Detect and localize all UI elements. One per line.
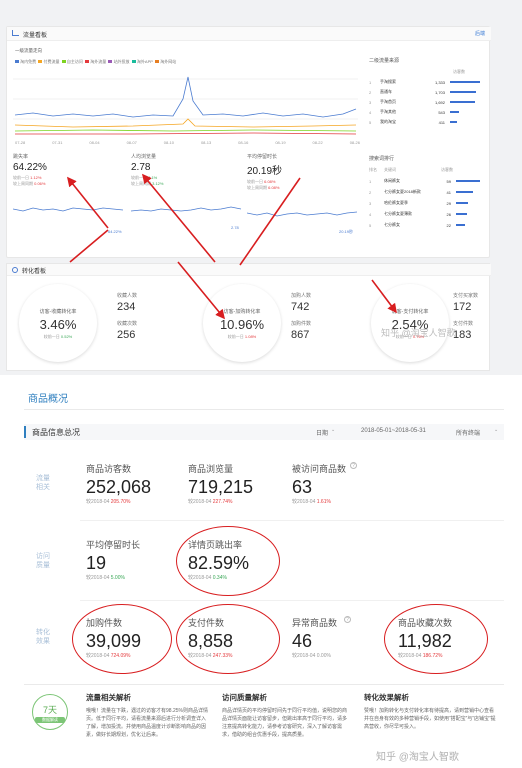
badge-text: 数据解读	[35, 717, 65, 723]
metric-label: 平均停留时长	[86, 540, 141, 550]
product-overview-shot: 商品概况 商品信息总况 日期 ⌄ 2018-05-01~2018-05-31 所…	[0, 378, 522, 768]
highlight-oval	[176, 526, 280, 596]
group-traffic: 流量相关	[36, 475, 50, 491]
analysis-text: 商品详情页的平均停留时间先于同行平均值，说明您的商品详情页面能让访客留步，但跳出…	[222, 708, 348, 738]
analysis-traffic: 流量相关解析 哦哦！流量在下跌，遇过的访客才有98.25%则商品详情页。低于同行…	[86, 692, 210, 759]
metric-cmp: 较2018-04	[86, 499, 110, 505]
row-divider	[80, 600, 504, 601]
metric-pct: 5.00%	[110, 575, 125, 581]
metric-pct: 205.70%	[110, 499, 131, 505]
arrow	[371, 279, 397, 314]
group-conversion: 转化效果	[36, 629, 50, 645]
arrow	[67, 176, 109, 229]
metric-card-staytime: 平均停留时长 19 较2018-04 5.00%	[86, 538, 186, 581]
title-divider	[24, 409, 504, 410]
metric-card-pageviews: 商品浏览量 719,215 较2018-04 227.74%	[188, 462, 288, 505]
arrow	[239, 177, 301, 266]
badge-num: 7天	[42, 705, 57, 715]
date-range[interactable]: 2018-05-01~2018-05-31	[361, 428, 426, 434]
highlight-oval	[72, 604, 172, 674]
chevron-down-icon[interactable]: ⌄	[331, 427, 335, 433]
arrow	[141, 173, 216, 263]
row-divider	[80, 520, 504, 521]
info-header-accent	[24, 426, 26, 438]
section-divider	[24, 684, 504, 685]
metric-card-visited-items: 被访问商品数 63 较2018-04 1.61%	[292, 462, 392, 505]
metric-label: 异常商品数	[292, 618, 338, 628]
info-header: 商品信息总况 日期 ⌄ 2018-05-01~2018-05-31 所有终端 ⌄	[24, 424, 504, 440]
metric-label: 商品访客数	[86, 464, 132, 474]
highlight-oval	[384, 604, 488, 674]
help-icon[interactable]: ?	[344, 616, 351, 623]
analysis-title: 访问质量解析	[222, 693, 267, 702]
arrow	[177, 261, 226, 320]
watermark: 知乎 @淘宝人智歌	[376, 752, 459, 763]
highlight-oval	[176, 604, 280, 674]
seven-day-badge[interactable]: 7天 数据解读	[32, 694, 68, 730]
metric-cmp: 较2018-04	[292, 499, 316, 505]
metric-label: 被访问商品数	[292, 464, 347, 474]
metric-value: 19	[86, 553, 107, 573]
metric-value: 63	[292, 477, 313, 497]
analysis-title: 转化效果解析	[364, 693, 409, 702]
chevron-down-icon[interactable]: ⌄	[494, 427, 498, 433]
filter-label[interactable]: 日期	[316, 428, 328, 437]
metric-pct: 1.61%	[316, 499, 331, 505]
metric-cmp: 较2018-04	[292, 653, 316, 659]
terminal-select[interactable]: 所有终端	[456, 428, 480, 437]
metric-value: 252,068	[86, 477, 152, 497]
analysis-quality: 访问质量解析 商品详情页的平均停留时间先于同行平均值，说明您的商品详情页面能让访…	[222, 692, 350, 759]
analysis-title: 流量相关解析	[86, 693, 131, 702]
metric-cmp: 较2018-04	[188, 499, 212, 505]
help-icon[interactable]: ?	[350, 462, 357, 469]
metric-card-visitors: 商品访客数 252,068 较2018-04 205.70%	[86, 462, 186, 505]
metric-card-abnormal: 异常商品数 46 较2018-04 0.00%	[292, 616, 392, 659]
traffic-dashboard-shot: 流量看板 后端 一级流量走向 淘内免费 付费流量 自主访问 淘外流量 站外投放 …	[0, 0, 522, 375]
metric-cmp: 较2018-04	[86, 575, 110, 581]
annotation-arrows	[67, 173, 397, 320]
metric-pct: 0.00%	[316, 653, 331, 659]
metric-pct: 227.74%	[212, 499, 233, 505]
metric-value: 46	[292, 631, 313, 651]
overview-title: 商品概况	[28, 394, 68, 405]
group-quality: 访问质量	[36, 553, 50, 569]
analysis-text: 哦哦！流量在下跌，遇过的访客才有98.25%则商品详情页。低于同行平均，请看流量…	[86, 708, 208, 738]
metric-label: 商品浏览量	[188, 464, 234, 474]
arrow	[69, 229, 109, 263]
metric-value: 719,215	[188, 477, 254, 497]
info-title: 商品信息总况	[32, 428, 80, 437]
